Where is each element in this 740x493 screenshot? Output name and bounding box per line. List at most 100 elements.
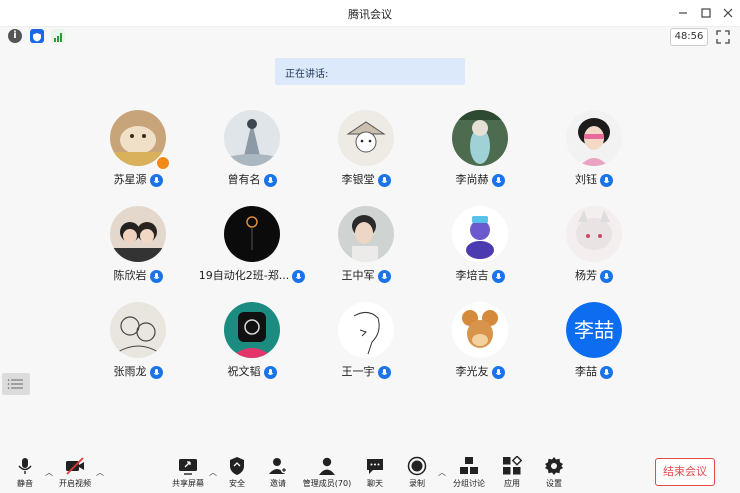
list-icon: [7, 379, 23, 389]
avatar: 李喆: [566, 302, 622, 358]
participant-name: 杨芳: [575, 269, 597, 282]
mic-icon: [263, 365, 277, 379]
record-options-icon[interactable]: ︿: [438, 467, 446, 478]
participant-name: 张雨龙: [113, 365, 147, 378]
microphone-icon: [18, 458, 32, 474]
avatar: [224, 302, 280, 358]
participant-tile[interactable]: 刘钰: [537, 110, 651, 192]
avatar: [110, 302, 166, 358]
video-button[interactable]: 开启视频: [56, 456, 94, 489]
record-button[interactable]: 录制: [405, 456, 429, 489]
participant-name: 李银堂: [341, 173, 375, 186]
invite-button[interactable]: 邀请: [266, 456, 290, 489]
participant-tile[interactable]: 王一宇: [309, 302, 423, 384]
participant-tile[interactable]: 19自动化2班-郑...: [195, 206, 309, 288]
avatar-initials: 李喆: [566, 302, 622, 358]
participant-tile[interactable]: 张雨龙: [81, 302, 195, 384]
participant-tile[interactable]: 王中军: [309, 206, 423, 288]
mic-icon: [600, 365, 613, 379]
minimize-button[interactable]: [674, 4, 692, 22]
close-button[interactable]: [719, 4, 737, 22]
shield-icon[interactable]: [30, 29, 44, 43]
participant-name: 19自动化2班-郑...: [198, 269, 290, 282]
participant-tile[interactable]: 陈欣岩: [81, 206, 195, 288]
avatar: [338, 302, 394, 358]
mic-icon: [149, 269, 163, 283]
participant-tile[interactable]: 祝文韬: [195, 302, 309, 384]
participant-name: 苏星源: [113, 173, 147, 186]
apps-icon: [503, 456, 522, 475]
manage-members-button[interactable]: 管理成员(70): [300, 456, 354, 489]
participant-tile[interactable]: 杨芳: [537, 206, 651, 288]
participant-name: 祝文韬: [227, 365, 261, 378]
share-screen-button[interactable]: 共享屏幕: [170, 456, 206, 489]
participant-name: 李喆: [575, 365, 597, 378]
participant-tile[interactable]: 李尚赫: [423, 110, 537, 192]
security-shield-icon: [230, 457, 244, 475]
participant-name: 李尚赫: [455, 173, 489, 186]
settings-button[interactable]: 设置: [542, 456, 566, 489]
avatar: [338, 110, 394, 166]
host-badge-icon: [156, 156, 170, 170]
mic-icon: [292, 269, 306, 283]
breakout-rooms-button[interactable]: 分组讨论: [451, 456, 487, 489]
avatar: [452, 110, 508, 166]
apps-button[interactable]: 应用: [500, 456, 524, 489]
mic-icon: [491, 173, 505, 187]
camera-off-icon: [66, 457, 84, 475]
avatar: [338, 206, 394, 262]
avatar: [566, 110, 622, 166]
participant-name: 王一宇: [341, 365, 375, 378]
mute-button[interactable]: 静音: [12, 456, 38, 489]
speaking-indicator: 正在讲话:: [275, 58, 465, 85]
participant-tile[interactable]: 李喆 李喆: [537, 302, 651, 384]
title-bar: 腾讯会议: [0, 0, 740, 27]
participant-tile[interactable]: 李光友: [423, 302, 537, 384]
avatar: [224, 110, 280, 166]
avatar: [566, 206, 622, 262]
security-button[interactable]: 安全: [225, 456, 249, 489]
end-meeting-button[interactable]: 结束会议: [655, 458, 715, 486]
chat-button[interactable]: 聊天: [363, 456, 387, 489]
participant-name: 曾有名: [227, 173, 261, 186]
participant-name: 王中军: [341, 269, 375, 282]
speaking-label: 正在讲话:: [285, 69, 329, 80]
mic-icon: [377, 173, 391, 187]
mic-icon: [263, 173, 277, 187]
mic-icon: [491, 365, 505, 379]
participant-name: 李培吉: [455, 269, 489, 282]
participant-tile[interactable]: 曾有名: [195, 110, 309, 192]
record-icon: [407, 456, 427, 476]
video-options-icon[interactable]: ︿: [96, 467, 104, 478]
participant-name: 刘钰: [575, 173, 597, 186]
info-bar: i 48:56: [0, 26, 740, 48]
mic-icon: [377, 269, 391, 283]
avatar: [224, 206, 280, 262]
invite-user-icon: [269, 458, 288, 474]
mic-icon: [491, 269, 505, 283]
window-title: 腾讯会议: [348, 8, 392, 21]
meeting-timer: 48:56: [670, 28, 708, 46]
participant-name: 李光友: [455, 365, 489, 378]
avatar: [452, 206, 508, 262]
share-options-icon[interactable]: ︿: [209, 467, 217, 478]
meeting-toolbar: 静音 ︿ 开启视频 ︿ 共享屏幕 ︿ 安全 邀请 管理成员(70) 聊天 录制 …: [0, 448, 740, 493]
participant-tile[interactable]: 李培吉: [423, 206, 537, 288]
member-list-toggle[interactable]: [2, 373, 30, 395]
participant-tile[interactable]: 李银堂: [309, 110, 423, 192]
avatar: [452, 302, 508, 358]
mic-icon: [600, 173, 613, 187]
participant-tile[interactable]: 苏星源: [81, 110, 195, 192]
fullscreen-icon[interactable]: [716, 29, 730, 44]
close-icon: [723, 8, 733, 18]
maximize-button[interactable]: [697, 4, 715, 22]
gear-icon: [545, 457, 563, 475]
mic-icon: [377, 365, 391, 379]
signal-icon[interactable]: [51, 29, 65, 43]
members-icon: [319, 457, 335, 475]
info-icon[interactable]: i: [8, 29, 22, 43]
chat-icon: [367, 459, 383, 474]
mic-icon: [149, 365, 163, 379]
mute-options-icon[interactable]: ︿: [45, 467, 53, 478]
avatar: [110, 206, 166, 262]
